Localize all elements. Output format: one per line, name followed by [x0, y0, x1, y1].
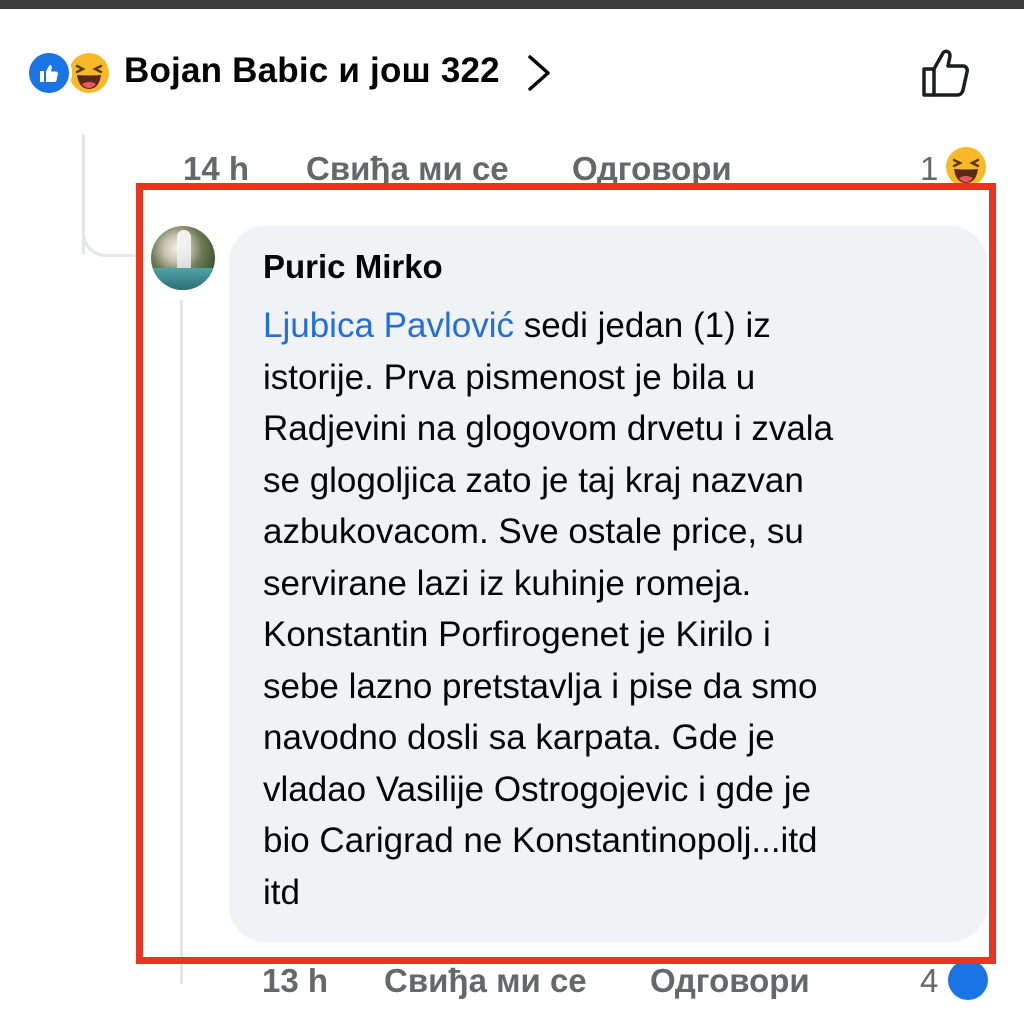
like-icon [26, 50, 72, 96]
comment-actions: 13 h Свиђа ми се Одговори 4 [0, 960, 1024, 1012]
top-bar [0, 0, 1024, 9]
highlight-frame [136, 183, 996, 964]
haha-icon [66, 50, 112, 96]
chevron-right-icon[interactable] [524, 53, 554, 93]
reaction-count[interactable]: 4 [920, 962, 938, 1000]
reply-link[interactable]: Одговори [650, 962, 810, 1000]
like-icon [948, 960, 988, 1000]
reaction-icons [26, 50, 116, 96]
like-link[interactable]: Свиђа ми се [384, 962, 587, 1000]
reactions-summary-text[interactable]: Bojan Babic и још 322 [124, 51, 500, 91]
like-outline-icon[interactable] [918, 45, 974, 101]
comment-time: 13 h [262, 962, 329, 999]
reactions-summary[interactable]: Bojan Babic и још 322 [26, 45, 1006, 101]
thread-connector [82, 205, 137, 257]
